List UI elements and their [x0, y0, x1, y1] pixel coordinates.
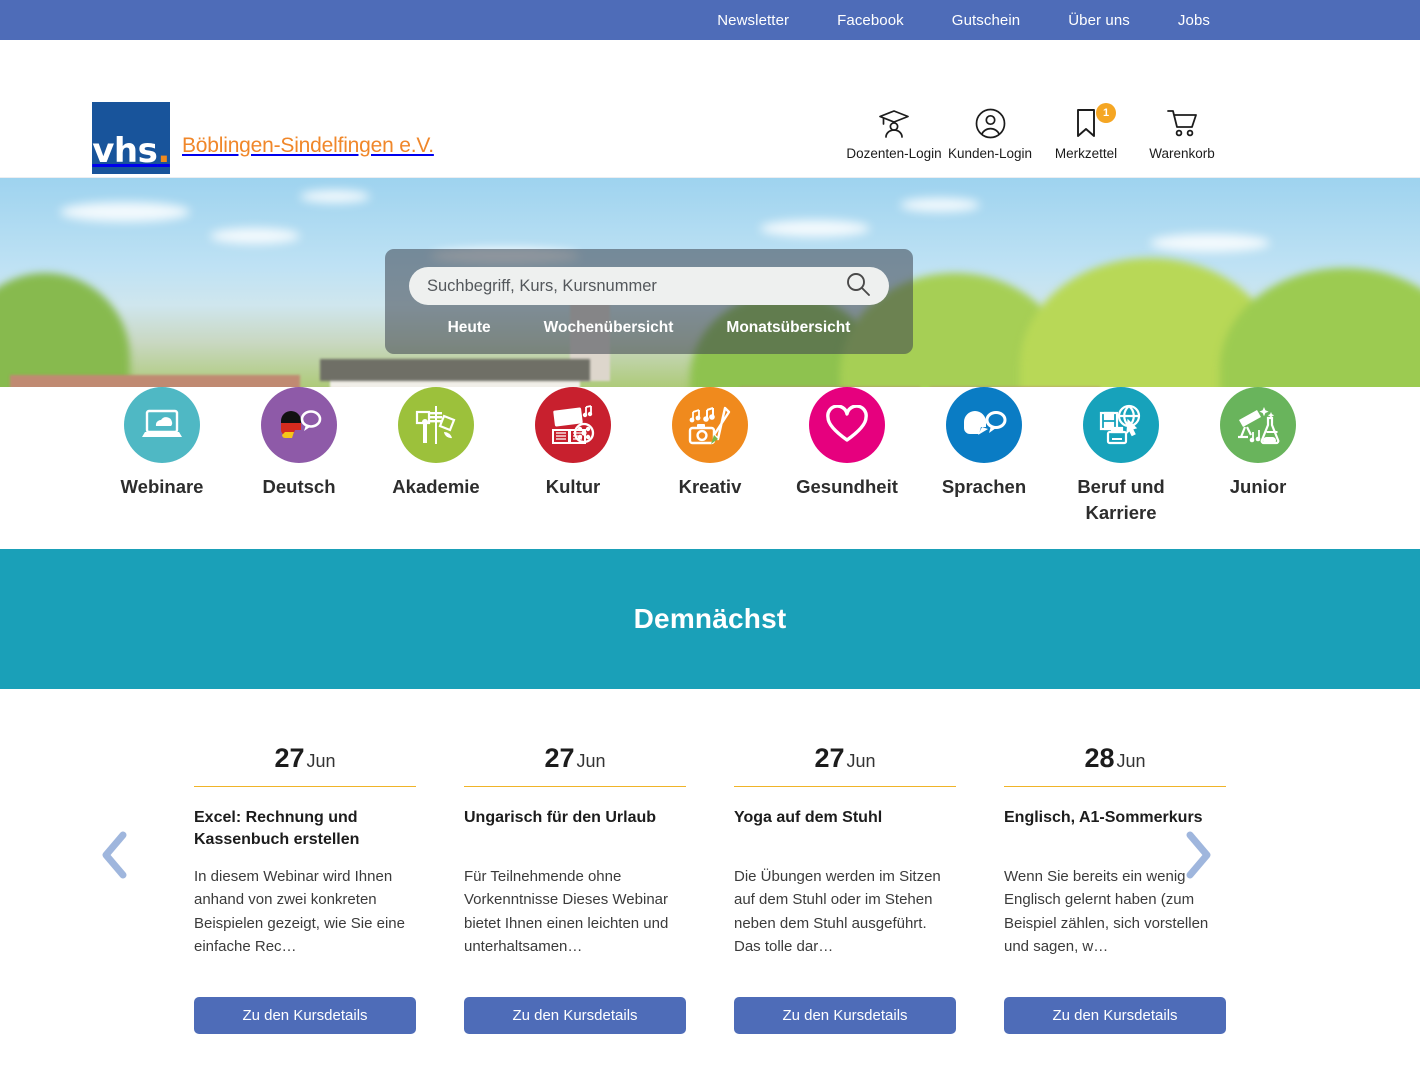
course-title: Excel: Rechnung und Kassenbuch erstellen — [194, 809, 360, 848]
site-header: vhs. Böblingen-Sindelfingen e.V. Dozente… — [0, 40, 1420, 178]
quick-link-heute[interactable]: Heute — [448, 319, 491, 337]
category-label: Sprachen — [941, 476, 1027, 497]
logo-dot: . — [157, 131, 170, 171]
category-akademie[interactable]: Akademie — [368, 387, 505, 526]
site-logo[interactable]: vhs. Böblingen-Sindelfingen e.V. — [92, 102, 434, 174]
category-label: Kreativ — [678, 476, 742, 497]
course-date: 27 Jun — [734, 743, 956, 787]
logo-mark-text: vhs. — [92, 131, 170, 171]
topbar-link-gutschein[interactable]: Gutschein — [952, 12, 1020, 29]
category-label: Webinare — [120, 476, 204, 497]
quick-link-monatsuebersicht[interactable]: Monatsübersicht — [726, 319, 850, 337]
dozenten-login-button[interactable]: Dozenten-Login — [846, 106, 942, 161]
course-date: 27 Jun — [464, 743, 686, 787]
category-label: Kultur — [545, 476, 601, 497]
topbar-link-jobs[interactable]: Jobs — [1178, 12, 1210, 29]
search-box[interactable] — [409, 267, 889, 305]
course-month: Jun — [306, 751, 336, 771]
office-globe-printer-icon — [1083, 387, 1159, 463]
chevron-right-icon — [1186, 831, 1211, 879]
search-icon[interactable] — [845, 271, 871, 302]
logo-mark-box: vhs. — [92, 102, 170, 174]
course-details-button[interactable]: Zu den Kursdetails — [194, 997, 416, 1034]
category-junior[interactable]: Junior — [1190, 387, 1327, 526]
category-deutsch[interactable]: Deutsch — [231, 387, 368, 526]
course-card: 27 Jun Yoga auf dem Stuhl Die Übungen wer… — [734, 743, 956, 1034]
category-gesundheit[interactable]: Gesundheit — [779, 387, 916, 526]
course-details-button[interactable]: Zu den Kursdetails — [464, 997, 686, 1034]
bookmark-icon — [1074, 106, 1098, 140]
course-card: 28 Jun Englisch, A1-Sommerkurs Wenn Sie b… — [1004, 743, 1226, 1034]
category-label: Beruf und Karriere — [1077, 476, 1165, 523]
course-date: 28 Jun — [1004, 743, 1226, 787]
chevron-left-icon — [102, 831, 127, 879]
merkzettel-badge: 1 — [1096, 103, 1116, 123]
top-utility-bar: Newsletter Facebook Gutschein Über uns J… — [0, 0, 1420, 40]
hero-search-panel: Heute Wochenübersicht Monatsübersicht — [385, 249, 913, 354]
category-sprachen[interactable]: Sprachen — [916, 387, 1053, 526]
warenkorb-button[interactable]: Warenkorb — [1134, 106, 1230, 161]
course-card: 27 Jun Excel: Rechnung und Kassenbuch ers… — [194, 743, 416, 1034]
category-label: Junior — [1229, 476, 1287, 497]
course-title: Ungarisch für den Urlaub — [464, 809, 657, 826]
merkzettel-label: Merkzettel — [1054, 146, 1118, 161]
course-card: 27 Jun Ungarisch für den Urlaub Für Teiln… — [464, 743, 686, 1034]
category-beruf-und-karriere[interactable]: Beruf und Karriere — [1053, 387, 1190, 526]
course-description: Die Übungen werden im Sitzen auf dem Stu… — [734, 868, 941, 955]
course-description: Wenn Sie bereits ein wenig Englisch gele… — [1004, 868, 1209, 955]
course-description: In diesem Webinar wird Ihnen anhand von … — [194, 868, 405, 955]
heart-icon — [809, 387, 885, 463]
graduate-icon — [877, 106, 911, 140]
cart-icon — [1166, 106, 1198, 140]
logo-wordmark: Böblingen-Sindelfingen e.V. — [182, 134, 434, 157]
quick-link-wochenuebersicht[interactable]: Wochenübersicht — [544, 319, 674, 337]
user-circle-icon — [975, 106, 1006, 140]
course-details-button[interactable]: Zu den Kursdetails — [1004, 997, 1226, 1034]
merkzettel-button[interactable]: 1 Merkzettel — [1038, 103, 1134, 161]
category-nav: Webinare Deutsch Akademie Kultur Kreativ… — [0, 387, 1420, 523]
kunden-login-button[interactable]: Kunden-Login — [942, 106, 1038, 161]
category-webinare[interactable]: Webinare — [94, 387, 231, 526]
course-day: 27 — [274, 743, 305, 773]
book-film-music-icon — [535, 387, 611, 463]
dozenten-login-label: Dozenten-Login — [846, 146, 942, 161]
course-day: 27 — [814, 743, 845, 773]
course-day: 27 — [544, 743, 575, 773]
camera-brush-music-icon — [672, 387, 748, 463]
course-carousel: 27 Jun Excel: Rechnung und Kassenbuch ers… — [0, 689, 1420, 1034]
course-title: Yoga auf dem Stuhl — [734, 809, 883, 826]
course-details-button[interactable]: Zu den Kursdetails — [734, 997, 956, 1034]
course-card-list: 27 Jun Excel: Rechnung und Kassenbuch ers… — [0, 743, 1420, 1034]
category-label: Deutsch — [262, 476, 336, 497]
category-label: Gesundheit — [796, 476, 898, 497]
topbar-link-facebook[interactable]: Facebook — [837, 12, 904, 29]
german-flag-speech-icon — [261, 387, 337, 463]
tower-art-icon — [398, 387, 474, 463]
course-month: Jun — [846, 751, 876, 771]
telescope-flask-icon — [1220, 387, 1296, 463]
search-input[interactable] — [427, 276, 845, 296]
course-month: Jun — [576, 751, 606, 771]
category-kreativ[interactable]: Kreativ — [642, 387, 779, 526]
course-day: 28 — [1084, 743, 1115, 773]
topbar-link-ueber-uns[interactable]: Über uns — [1068, 12, 1130, 29]
demnaechst-band: Demnächst — [0, 549, 1420, 689]
laptop-cloud-icon — [124, 387, 200, 463]
course-month: Jun — [1116, 751, 1146, 771]
course-date: 27 Jun — [194, 743, 416, 787]
category-label: Akademie — [392, 476, 480, 497]
band-title: Demnächst — [633, 603, 787, 634]
warenkorb-label: Warenkorb — [1149, 146, 1215, 161]
course-description: Für Teilnehmende ohne Vorkenntnisse Dies… — [464, 868, 669, 955]
header-actions: Dozenten-Login Kunden-Login 1 Merkzettel — [846, 103, 1230, 161]
carousel-next-button[interactable] — [1181, 829, 1215, 881]
carousel-prev-button[interactable] — [98, 829, 132, 881]
category-kultur[interactable]: Kultur — [505, 387, 642, 526]
hero-quick-links: Heute Wochenübersicht Monatsübersicht — [385, 319, 913, 337]
topbar-link-newsletter[interactable]: Newsletter — [717, 12, 789, 29]
kunden-login-label: Kunden-Login — [947, 146, 1033, 161]
head-speech-icon — [946, 387, 1022, 463]
